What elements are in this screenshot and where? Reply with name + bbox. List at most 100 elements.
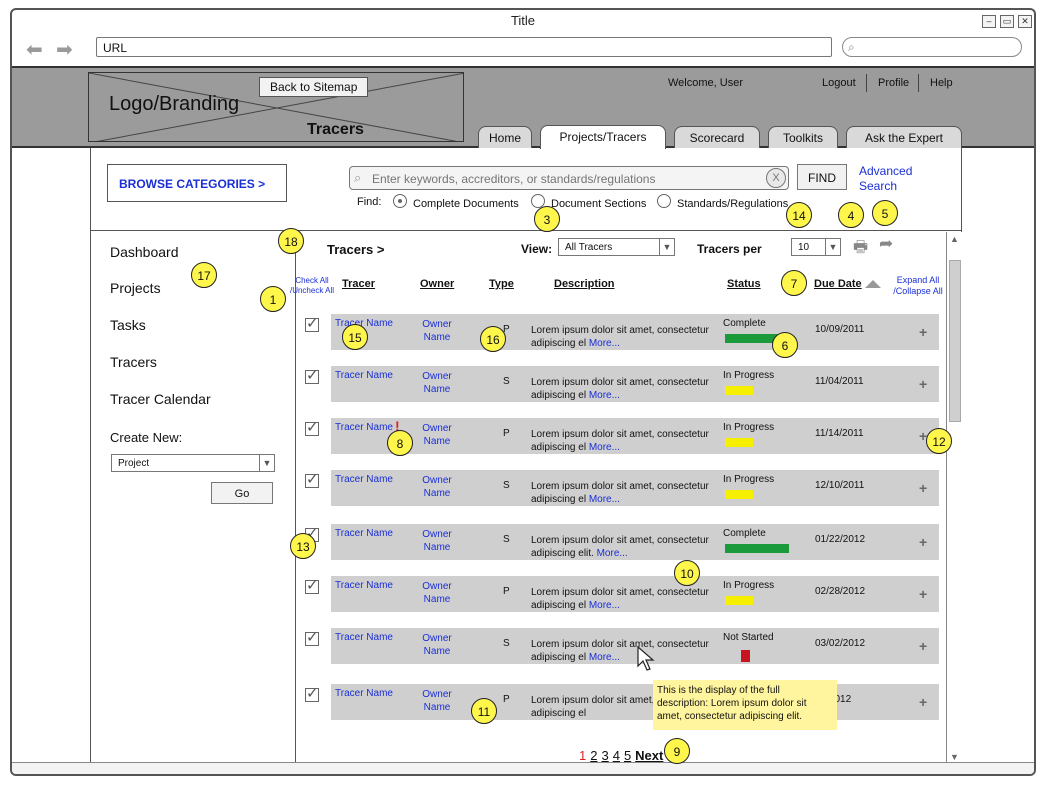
search-input[interactable] — [370, 170, 754, 188]
expand-row-icon[interactable]: + — [919, 324, 927, 340]
tab-toolkits[interactable]: Toolkits — [768, 126, 838, 148]
owner-name-link[interactable]: Owner Name — [415, 688, 459, 714]
tab-ask-the-expert[interactable]: Ask the Expert — [846, 126, 962, 148]
back-arrow-icon[interactable]: ⬅ — [26, 40, 43, 60]
sidebar-item-projects[interactable]: Projects — [110, 280, 161, 296]
close-icon[interactable]: ✕ — [1018, 15, 1032, 28]
table-row[interactable]: Tracer Name Owner Name S Lorem ipsum dolor … — [305, 628, 939, 664]
more-link[interactable]: More... — [589, 338, 620, 349]
owner-name-link[interactable]: Owner Name — [415, 528, 459, 554]
tracer-name-link[interactable]: Tracer Name — [335, 632, 393, 643]
page-link[interactable]: 2 — [590, 748, 597, 763]
table-row[interactable]: Tracer Name Owner Name S Lorem ipsum dolor … — [305, 366, 939, 402]
table-row[interactable]: Tracer NameOwner NamePLorem ipsum dolor … — [305, 314, 939, 350]
next-page-link[interactable]: Next — [635, 748, 663, 763]
expand-all-link[interactable]: Expand All /Collapse All — [891, 275, 945, 297]
help-link[interactable]: Help — [930, 77, 953, 89]
tracer-name-link[interactable]: Tracer Name — [335, 580, 393, 591]
column-header-owner[interactable]: Owner — [420, 278, 454, 290]
forward-arrow-icon[interactable]: ➡ — [56, 40, 73, 60]
tracer-name-link[interactable]: Tracer Name — [335, 688, 393, 699]
column-header-due-date[interactable]: Due Date — [814, 278, 862, 290]
radio-complete-documents[interactable] — [393, 194, 407, 208]
row-checkbox[interactable] — [305, 366, 319, 384]
table-row[interactable]: Tracer Name Owner Name S Lorem ipsum dolor … — [305, 524, 939, 560]
tracer-name-link[interactable]: Tracer Name — [335, 422, 393, 433]
table-row[interactable]: Tracer Name!Owner NamePLorem ipsum dolor… — [305, 418, 939, 454]
expand-row-icon[interactable]: + — [919, 534, 927, 550]
row-checkbox[interactable] — [305, 628, 319, 646]
page-link[interactable]: 5 — [624, 748, 631, 763]
find-button[interactable]: FIND — [797, 164, 847, 190]
owner-name-link[interactable]: Owner Name — [415, 632, 459, 658]
more-link[interactable]: More... — [589, 442, 620, 453]
table-row[interactable]: Tracer Name Owner Name S Lorem ipsum dolor … — [305, 470, 939, 506]
profile-link[interactable]: Profile — [878, 77, 909, 89]
table-row[interactable]: Tracer NameOwner NamePLorem ipsum dolor … — [305, 576, 939, 612]
scrollbar[interactable]: ▲ ▼ — [946, 232, 962, 766]
expand-row-icon[interactable]: + — [919, 376, 927, 392]
go-button[interactable]: Go — [211, 482, 273, 504]
view-select[interactable]: All Tracers ▼ — [558, 238, 675, 256]
more-link[interactable]: More... — [589, 390, 620, 401]
sidebar-item-tasks[interactable]: Tasks — [110, 317, 146, 333]
url-bar[interactable]: URL — [96, 37, 832, 57]
page-link-current[interactable]: 1 — [579, 748, 586, 763]
scroll-thumb[interactable] — [949, 260, 961, 422]
sidebar-item-dashboard[interactable]: Dashboard — [110, 244, 179, 260]
owner-name-link[interactable]: Owner Name — [415, 422, 459, 448]
page-link[interactable]: 3 — [601, 748, 608, 763]
column-header-status[interactable]: Status — [727, 278, 761, 290]
tracers-per-select[interactable]: 10 ▼ — [791, 238, 841, 256]
owner-name-link[interactable]: Owner Name — [415, 474, 459, 500]
sort-ascending-icon[interactable] — [865, 280, 881, 288]
tracer-name-link[interactable]: Tracer Name — [335, 474, 393, 485]
print-icon[interactable]: 🖶 — [853, 236, 868, 263]
tab-home[interactable]: Home — [478, 126, 532, 148]
tracer-name-link[interactable]: Tracer Name — [335, 528, 393, 539]
browse-categories-button[interactable]: BROWSE CATEGORIES > — [107, 164, 287, 202]
tracers-heading[interactable]: Tracers > — [327, 242, 384, 257]
minimize-icon[interactable]: – — [982, 15, 996, 28]
owner-name-link[interactable]: Owner Name — [415, 318, 459, 344]
row-checkbox[interactable] — [305, 418, 319, 436]
share-icon[interactable]: ➦ — [879, 234, 893, 254]
back-to-sitemap-button[interactable]: Back to Sitemap — [259, 77, 369, 97]
expand-row-icon[interactable]: + — [919, 638, 927, 654]
check-all-link[interactable]: Check All /Uncheck All — [289, 276, 335, 296]
sidebar-item-tracers[interactable]: Tracers — [110, 354, 157, 370]
owner-name-link[interactable]: Owner Name — [415, 580, 459, 606]
scroll-down-icon[interactable]: ▼ — [950, 752, 959, 762]
more-link[interactable]: More... — [589, 652, 620, 663]
row-checkbox[interactable] — [305, 576, 319, 594]
column-header-tracer[interactable]: Tracer — [342, 278, 375, 290]
tab-projects-tracers[interactable]: Projects/Tracers — [540, 125, 666, 149]
maximize-icon[interactable]: ▭ — [1000, 15, 1014, 28]
column-header-description[interactable]: Description — [554, 278, 615, 290]
sidebar-item-tracer-calendar[interactable]: Tracer Calendar — [110, 391, 211, 407]
table-row[interactable]: Tracer NameOwner NamePLorem ipsum dolor … — [305, 684, 939, 720]
expand-row-icon[interactable]: + — [919, 586, 927, 602]
radio-standards-regulations[interactable] — [657, 194, 671, 208]
tab-scorecard[interactable]: Scorecard — [674, 126, 760, 148]
more-link[interactable]: More... — [597, 548, 628, 559]
owner-name-link[interactable]: Owner Name — [415, 370, 459, 396]
search-field[interactable]: ⌕ X — [349, 166, 789, 190]
more-link[interactable]: More... — [589, 494, 620, 505]
status-bar-indicator — [725, 386, 753, 395]
expand-row-icon[interactable]: + — [919, 694, 927, 710]
row-checkbox[interactable] — [305, 684, 319, 702]
create-new-select[interactable]: Project ▼ — [111, 454, 275, 472]
more-link[interactable]: More... — [589, 600, 620, 611]
row-checkbox[interactable] — [305, 470, 319, 488]
advanced-search-link[interactable]: Advanced Search — [859, 164, 939, 194]
scroll-up-icon[interactable]: ▲ — [950, 234, 959, 244]
page-link[interactable]: 4 — [613, 748, 620, 763]
clear-search-button[interactable]: X — [766, 168, 786, 188]
column-header-type[interactable]: Type — [489, 278, 514, 290]
tracer-name-link[interactable]: Tracer Name — [335, 370, 393, 381]
expand-row-icon[interactable]: + — [919, 480, 927, 496]
row-checkbox[interactable] — [305, 314, 319, 332]
browser-search-field[interactable]: ⌕ — [842, 37, 1022, 57]
logout-link[interactable]: Logout — [822, 77, 856, 89]
